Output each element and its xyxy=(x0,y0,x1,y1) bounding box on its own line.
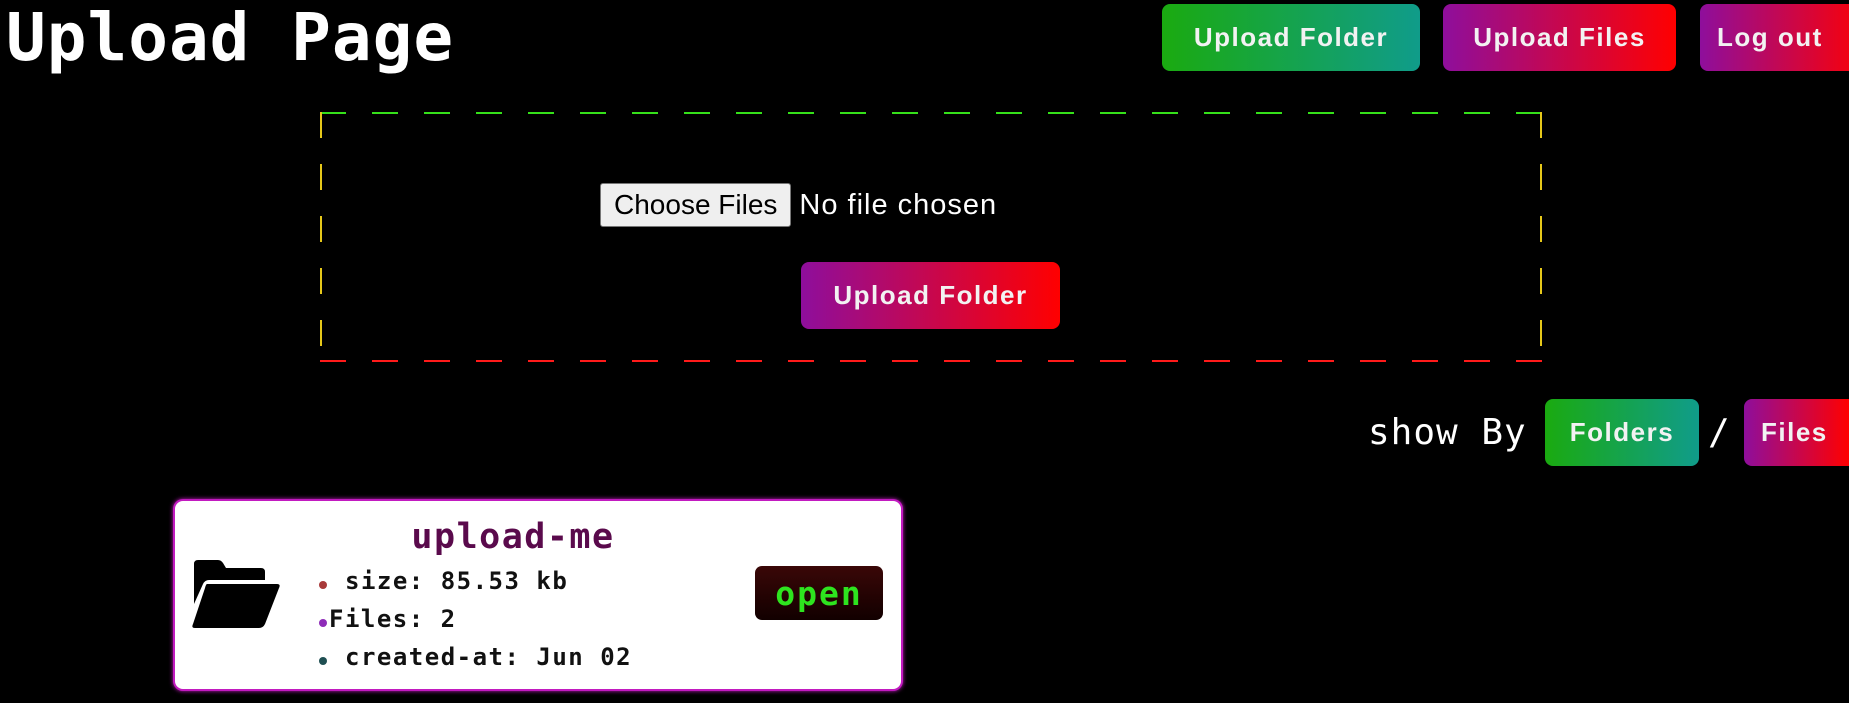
folder-size: size: 85.53 kb xyxy=(319,562,632,600)
folder-name: upload-me xyxy=(411,517,615,557)
show-folders-button[interactable]: Folders xyxy=(1545,399,1699,466)
bullet-icon xyxy=(319,657,327,665)
drop-zone-border-top xyxy=(320,112,1542,114)
folder-card: upload-me size: 85.53 kb Files: 2 create… xyxy=(175,501,901,689)
nav-upload-files-button[interactable]: Upload Files xyxy=(1443,4,1676,71)
page-title: Upload Page xyxy=(6,0,455,76)
open-folder-button[interactable]: open xyxy=(755,566,883,620)
drop-zone-border-right xyxy=(1540,112,1542,362)
file-input[interactable]: Choose Files No file chosen xyxy=(600,183,997,227)
folder-meta-list: size: 85.53 kb Files: 2 created-at: Jun … xyxy=(319,562,632,676)
folder-created-at-text: created-at: Jun 02 xyxy=(345,643,633,671)
upload-drop-zone[interactable]: Choose Files No file chosen Upload Folde… xyxy=(320,112,1542,362)
drop-zone-border-left xyxy=(320,112,322,362)
folder-open-icon xyxy=(192,560,280,628)
folder-created-at: created-at: Jun 02 xyxy=(319,638,632,676)
choose-files-button[interactable]: Choose Files xyxy=(600,183,792,227)
drop-zone-border-bottom xyxy=(320,360,1542,362)
upload-folder-submit-button[interactable]: Upload Folder xyxy=(801,262,1060,329)
toggle-separator: / xyxy=(1708,412,1730,453)
folder-size-text: size: 85.53 kb xyxy=(345,567,569,595)
folder-file-count: Files: 2 xyxy=(319,600,632,638)
folder-file-count-text: Files: 2 xyxy=(329,605,457,633)
show-by-label: show By xyxy=(1368,412,1527,453)
bullet-icon xyxy=(319,581,327,589)
show-files-button[interactable]: Files xyxy=(1744,399,1849,466)
file-status-text: No file chosen xyxy=(799,188,998,221)
bullet-icon xyxy=(319,619,327,627)
nav-upload-folder-button[interactable]: Upload Folder xyxy=(1162,4,1420,71)
logout-button[interactable]: Log out xyxy=(1700,4,1849,71)
